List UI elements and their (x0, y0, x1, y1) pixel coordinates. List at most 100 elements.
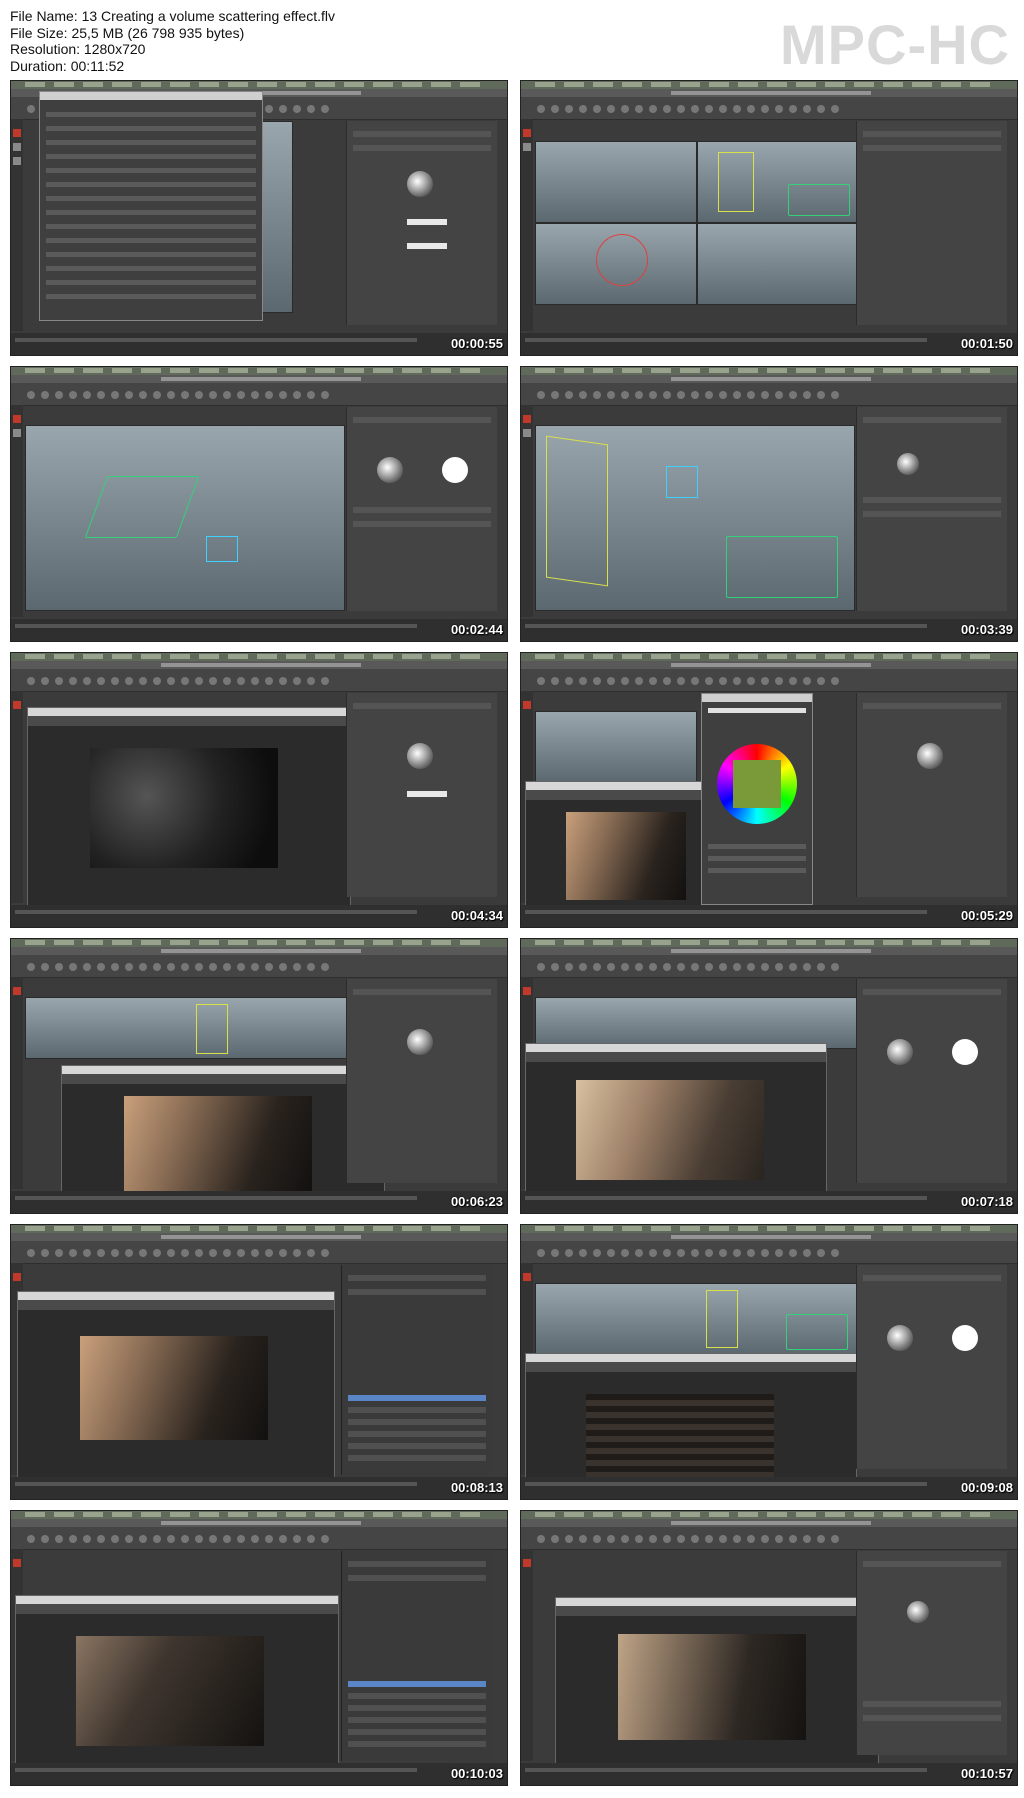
shelf-icon[interactable] (125, 963, 133, 971)
menu-item[interactable] (738, 1512, 758, 1517)
shelf-icon[interactable] (789, 677, 797, 685)
menu-item[interactable] (112, 368, 132, 373)
menu-item[interactable] (535, 654, 555, 659)
shelf-icon[interactable] (831, 677, 839, 685)
shelf-icon[interactable] (775, 105, 783, 113)
shelf-icon[interactable] (649, 1535, 657, 1543)
shelf-icon[interactable] (565, 963, 573, 971)
thumbnail-frame[interactable]: 00:01:50 (520, 80, 1018, 356)
menu-item[interactable] (564, 1512, 584, 1517)
shelf-icon[interactable] (551, 1249, 559, 1257)
menu-item[interactable] (883, 654, 903, 659)
shelf-icon[interactable] (691, 1535, 699, 1543)
shelf-icon[interactable] (279, 963, 287, 971)
menu-item[interactable] (315, 654, 335, 659)
shelf-icon[interactable] (167, 963, 175, 971)
shelf-icon[interactable] (237, 677, 245, 685)
menu-item[interactable] (344, 82, 364, 87)
menu-item[interactable] (593, 1226, 613, 1231)
shelf-icon[interactable] (761, 963, 769, 971)
menu-item[interactable] (883, 82, 903, 87)
shelf-icon[interactable] (537, 391, 545, 399)
shelf-icon[interactable] (293, 105, 301, 113)
shelf-icon[interactable] (551, 391, 559, 399)
shelf-icon[interactable] (307, 1249, 315, 1257)
menu-item[interactable] (796, 1512, 816, 1517)
shelf-icon[interactable] (279, 1249, 287, 1257)
shelf-icon[interactable] (97, 677, 105, 685)
menu-item[interactable] (83, 654, 103, 659)
shelf-icon[interactable] (279, 105, 287, 113)
shelf-icon[interactable] (831, 963, 839, 971)
shelf-icon[interactable] (209, 1249, 217, 1257)
menu-item[interactable] (373, 1226, 393, 1231)
menu-item[interactable] (825, 1226, 845, 1231)
menu-item[interactable] (854, 1226, 874, 1231)
menu-item[interactable] (112, 654, 132, 659)
menu-item[interactable] (796, 654, 816, 659)
shelf-icon[interactable] (663, 391, 671, 399)
menu-item[interactable] (431, 1512, 451, 1517)
menu-item[interactable] (651, 1226, 671, 1231)
shelf-icon[interactable] (139, 677, 147, 685)
menu-item[interactable] (680, 654, 700, 659)
menu-item[interactable] (25, 940, 45, 945)
shelf-icon[interactable] (167, 677, 175, 685)
shelf-icon[interactable] (125, 677, 133, 685)
menu-item[interactable] (344, 940, 364, 945)
menu-item[interactable] (767, 82, 787, 87)
shelf-icon[interactable] (237, 963, 245, 971)
shelf-icon[interactable] (565, 391, 573, 399)
menu-item[interactable] (199, 1512, 219, 1517)
menu-item[interactable] (460, 368, 480, 373)
menu-item[interactable] (854, 940, 874, 945)
shelf-icon[interactable] (719, 391, 727, 399)
thumbnail-frame[interactable]: 00:06:23 (10, 938, 508, 1214)
menu-item[interactable] (709, 1512, 729, 1517)
menu-item[interactable] (941, 82, 961, 87)
menu-item[interactable] (535, 368, 555, 373)
menu-item[interactable] (651, 940, 671, 945)
shelf-icon[interactable] (747, 1535, 755, 1543)
shelf-icon[interactable] (237, 1535, 245, 1543)
menu-item[interactable] (970, 82, 990, 87)
menu-item[interactable] (564, 1226, 584, 1231)
menu-item[interactable] (83, 1226, 103, 1231)
menu-item[interactable] (564, 940, 584, 945)
shelf-icon[interactable] (761, 391, 769, 399)
menu-item[interactable] (912, 1512, 932, 1517)
shelf-icon[interactable] (761, 1249, 769, 1257)
menu-item[interactable] (680, 1226, 700, 1231)
menu-item[interactable] (83, 82, 103, 87)
menu-item[interactable] (883, 368, 903, 373)
menu-item[interactable] (228, 654, 248, 659)
menu-item[interactable] (170, 940, 190, 945)
shelf-icon[interactable] (195, 391, 203, 399)
menu-item[interactable] (854, 1512, 874, 1517)
menu-item[interactable] (767, 940, 787, 945)
shelf-icon[interactable] (817, 1249, 825, 1257)
shelf-icon[interactable] (635, 963, 643, 971)
shelf-icon[interactable] (691, 391, 699, 399)
shelf-icon[interactable] (831, 391, 839, 399)
shelf-icon[interactable] (537, 1535, 545, 1543)
shelf-icon[interactable] (41, 1249, 49, 1257)
menu-item[interactable] (564, 82, 584, 87)
shelf-icon[interactable] (27, 1249, 35, 1257)
shelf-icon[interactable] (593, 1249, 601, 1257)
shelf-icon[interactable] (195, 1249, 203, 1257)
menu-item[interactable] (825, 1512, 845, 1517)
shelf-icon[interactable] (775, 1535, 783, 1543)
shelf-icon[interactable] (733, 391, 741, 399)
shelf-icon[interactable] (83, 963, 91, 971)
shelf-icon[interactable] (607, 963, 615, 971)
menu-item[interactable] (825, 82, 845, 87)
shelf-icon[interactable] (209, 963, 217, 971)
shelf-icon[interactable] (293, 963, 301, 971)
menu-item[interactable] (25, 654, 45, 659)
shelf-icon[interactable] (223, 963, 231, 971)
shelf-icon[interactable] (97, 963, 105, 971)
shelf-icon[interactable] (321, 1535, 329, 1543)
shelf-icon[interactable] (803, 1535, 811, 1543)
shelf-icon[interactable] (209, 391, 217, 399)
